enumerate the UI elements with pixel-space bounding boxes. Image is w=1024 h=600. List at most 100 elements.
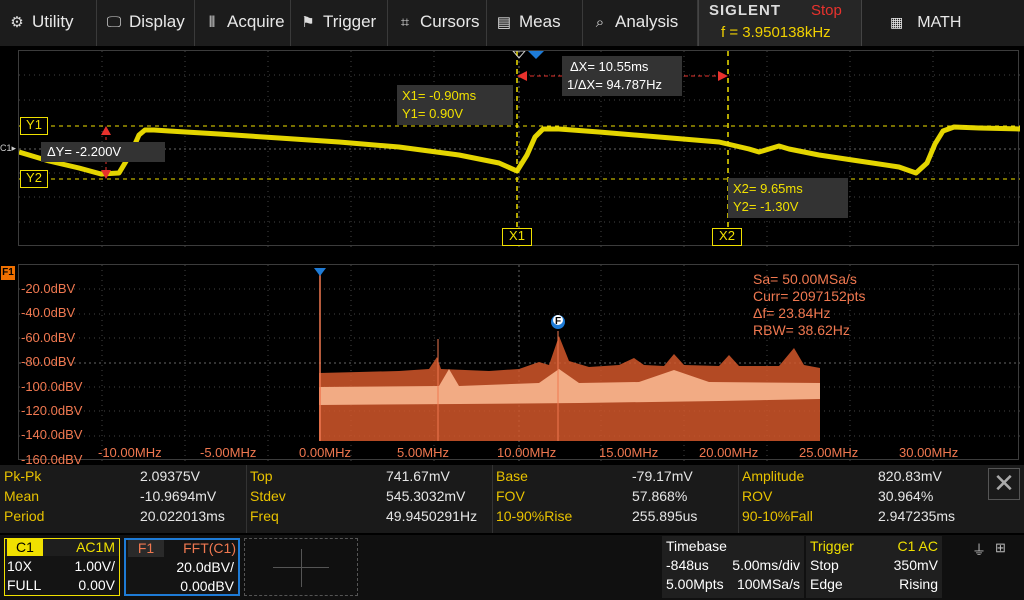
timebase-delay: -848us <box>666 557 709 573</box>
measurement-divider <box>492 465 493 533</box>
fft-grid: F <box>19 265 1020 461</box>
measurement-value: 820.83mV <box>878 468 942 484</box>
channel1-trace <box>19 124 1020 177</box>
fft-y-tick: -60.0dBV <box>21 329 76 345</box>
measurement-label: Amplitude <box>742 468 805 484</box>
calculator-icon: ▦ <box>890 14 904 30</box>
fft-info: Sa= 50.00MSa/s Curr= 2097152pts Δf= 23.8… <box>753 271 866 338</box>
trigger-level: 350mV <box>893 557 938 573</box>
measurement-value: 49.9450291Hz <box>386 508 478 524</box>
timebase-panel[interactable]: Timebase -848us 5.00ms/div 5.00Mpts 100M… <box>662 536 804 598</box>
measurement-label: Pk-Pk <box>4 468 42 484</box>
measurement-value: -79.17mV <box>632 468 693 484</box>
math1-scale: 20.0dBV/ <box>176 559 234 575</box>
c1-offset-marker: C1▸ <box>0 143 17 153</box>
run-state[interactable]: Stop <box>811 2 842 19</box>
channel1-info[interactable]: C1 AC1M 10X 1.00V/ FULL 0.00V <box>4 538 120 596</box>
network-icon: ⊞ <box>995 540 1006 555</box>
measurement-value: 57.868% <box>632 488 688 504</box>
waveform-panel[interactable]: ΔX= 10.55ms 1/ΔX= 94.787Hz X1= -0.90ms Y… <box>18 50 1020 247</box>
timebase-title: Timebase <box>666 538 727 554</box>
close-measurements-button[interactable]: ✕ <box>988 468 1020 500</box>
usb-icon: ⏚ <box>972 542 986 558</box>
fft-y-tick: -140.0dBV <box>21 427 83 443</box>
fft-y-tick: -80.0dBV <box>21 354 76 370</box>
math1-label: F1 <box>128 540 164 557</box>
channel1-offset: 0.00V <box>78 577 115 593</box>
measurement-value: 545.3032mV <box>386 488 466 504</box>
acquire-icon: ⫴ <box>208 14 216 31</box>
measurement-value: 255.895us <box>632 508 698 524</box>
measurement-divider <box>738 465 739 533</box>
y1-cursor-tag[interactable]: Y1 <box>20 117 48 135</box>
menu-bar: ⚙ Utility 🖵 Display ⫴ Acquire ⚑ Trigger ⌗ Cur… <box>0 0 1024 46</box>
flag-icon: ⚑ <box>301 14 315 31</box>
brand-logo: SIGLENT <box>709 2 782 19</box>
measurement-value: 20.022013ms <box>140 508 225 524</box>
menu-trigger[interactable]: ⚑ Trigger <box>291 0 388 46</box>
monitor-icon: 🖵 <box>106 14 122 31</box>
channel1-bandwidth: FULL <box>7 577 42 593</box>
fft-y-tick: -20.0dBV <box>21 281 76 296</box>
x1-cursor-tag[interactable]: X1 <box>502 228 532 246</box>
trigger-panel[interactable]: Trigger C1 AC Stop 350mV Edge Rising <box>806 536 942 598</box>
fft-panel[interactable]: F -20.0dBV -40.0dBV -60.0dBV -80.0dBV -1… <box>18 264 1020 467</box>
menu-acquire[interactable]: ⫴ Acquire <box>195 0 291 46</box>
status-area: SIGLENT Stop f = 3.950138kHz <box>698 0 862 46</box>
timebase-rate: 100MSa/s <box>736 576 800 592</box>
x2-readout: X2= 9.65ms Y2= -1.30V <box>728 178 848 218</box>
math1-offset: 0.00dBV <box>180 578 234 594</box>
measurement-label: Mean <box>4 488 40 504</box>
frequency-counter: f = 3.950138kHz <box>721 24 831 41</box>
menu-meas[interactable]: ▤ Meas <box>487 0 583 46</box>
trigger-type: Edge <box>810 576 843 592</box>
measurement-label: Period <box>4 508 45 524</box>
gear-icon: ⚙ <box>10 14 24 31</box>
measurement-label: FOV <box>496 488 525 504</box>
measurement-label: 90-10%Fall <box>742 508 813 524</box>
fft-y-tick: -40.0dBV <box>21 305 76 321</box>
menu-utility[interactable]: ⚙ Utility <box>0 0 97 46</box>
waveform-grid <box>19 51 1020 247</box>
trigger-slope: Rising <box>899 576 938 592</box>
f1-trace-tag[interactable]: F1 <box>1 266 15 280</box>
measurement-label: Stdev <box>250 488 286 504</box>
measurement-table: Pk-Pk 2.09375V Top 741.67mV Base -79.17mV Ampl… <box>0 465 1024 533</box>
menu-cursors[interactable]: ⌗ Cursors <box>388 0 487 46</box>
measurement-divider <box>246 465 247 533</box>
menu-display[interactable]: 🖵 Display <box>97 0 195 46</box>
trigger-state: Stop <box>810 557 839 573</box>
measurement-value: 30.964% <box>878 488 934 504</box>
channel1-coupling: AC1M <box>76 539 115 555</box>
measurement-label: ROV <box>742 488 773 504</box>
measurement-value: 2.947235ms <box>878 508 956 524</box>
channel1-scale: 1.00V/ <box>74 558 115 574</box>
channel1-probe: 10X <box>7 558 32 574</box>
menu-analysis[interactable]: ⌕ Analysis <box>583 0 698 46</box>
fft-x-tick: 0.00MHz <box>299 445 352 460</box>
y2-cursor-tag[interactable]: Y2 <box>20 170 48 188</box>
timebase-scale: 5.00ms/div <box>732 557 800 573</box>
measurement-label: Top <box>250 468 273 484</box>
close-icon: ✕ <box>993 468 1015 498</box>
fft-y-axis: -20.0dBV -40.0dBV -60.0dBV -80.0dBV -100… <box>21 277 101 472</box>
x2-cursor-tag[interactable]: X2 <box>712 228 742 246</box>
measurement-value: 741.67mV <box>386 468 450 484</box>
trigger-title: Trigger <box>810 538 854 554</box>
add-channel-slot[interactable] <box>244 538 358 596</box>
fft-x-tick: -5.00MHz <box>200 445 257 460</box>
fft-x-tick: 10.00MHz <box>497 445 557 460</box>
delta-y-readout: ΔY= -2.200V <box>41 142 165 162</box>
timebase-points: 5.00Mpts <box>666 576 724 592</box>
fft-marker-label: F <box>555 316 561 327</box>
measurement-label: 10-90%Rise <box>496 508 573 524</box>
measurement-value: -10.9694mV <box>140 488 217 504</box>
delta-x-readout: ΔX= 10.55ms 1/ΔX= 94.787Hz <box>562 56 682 96</box>
math-button[interactable]: ▦ MATH <box>862 0 1024 46</box>
measurement-label: Base <box>496 468 528 484</box>
math1-info[interactable]: F1 FFT(C1) 20.0dBV/ 0.00dBV <box>124 538 240 596</box>
fft-x-tick: 20.00MHz <box>699 445 759 460</box>
fft-x-tick: -10.00MHz <box>98 445 162 460</box>
fft-x-tick: 15.00MHz <box>599 445 659 460</box>
measurement-value: 2.09375V <box>140 468 200 484</box>
